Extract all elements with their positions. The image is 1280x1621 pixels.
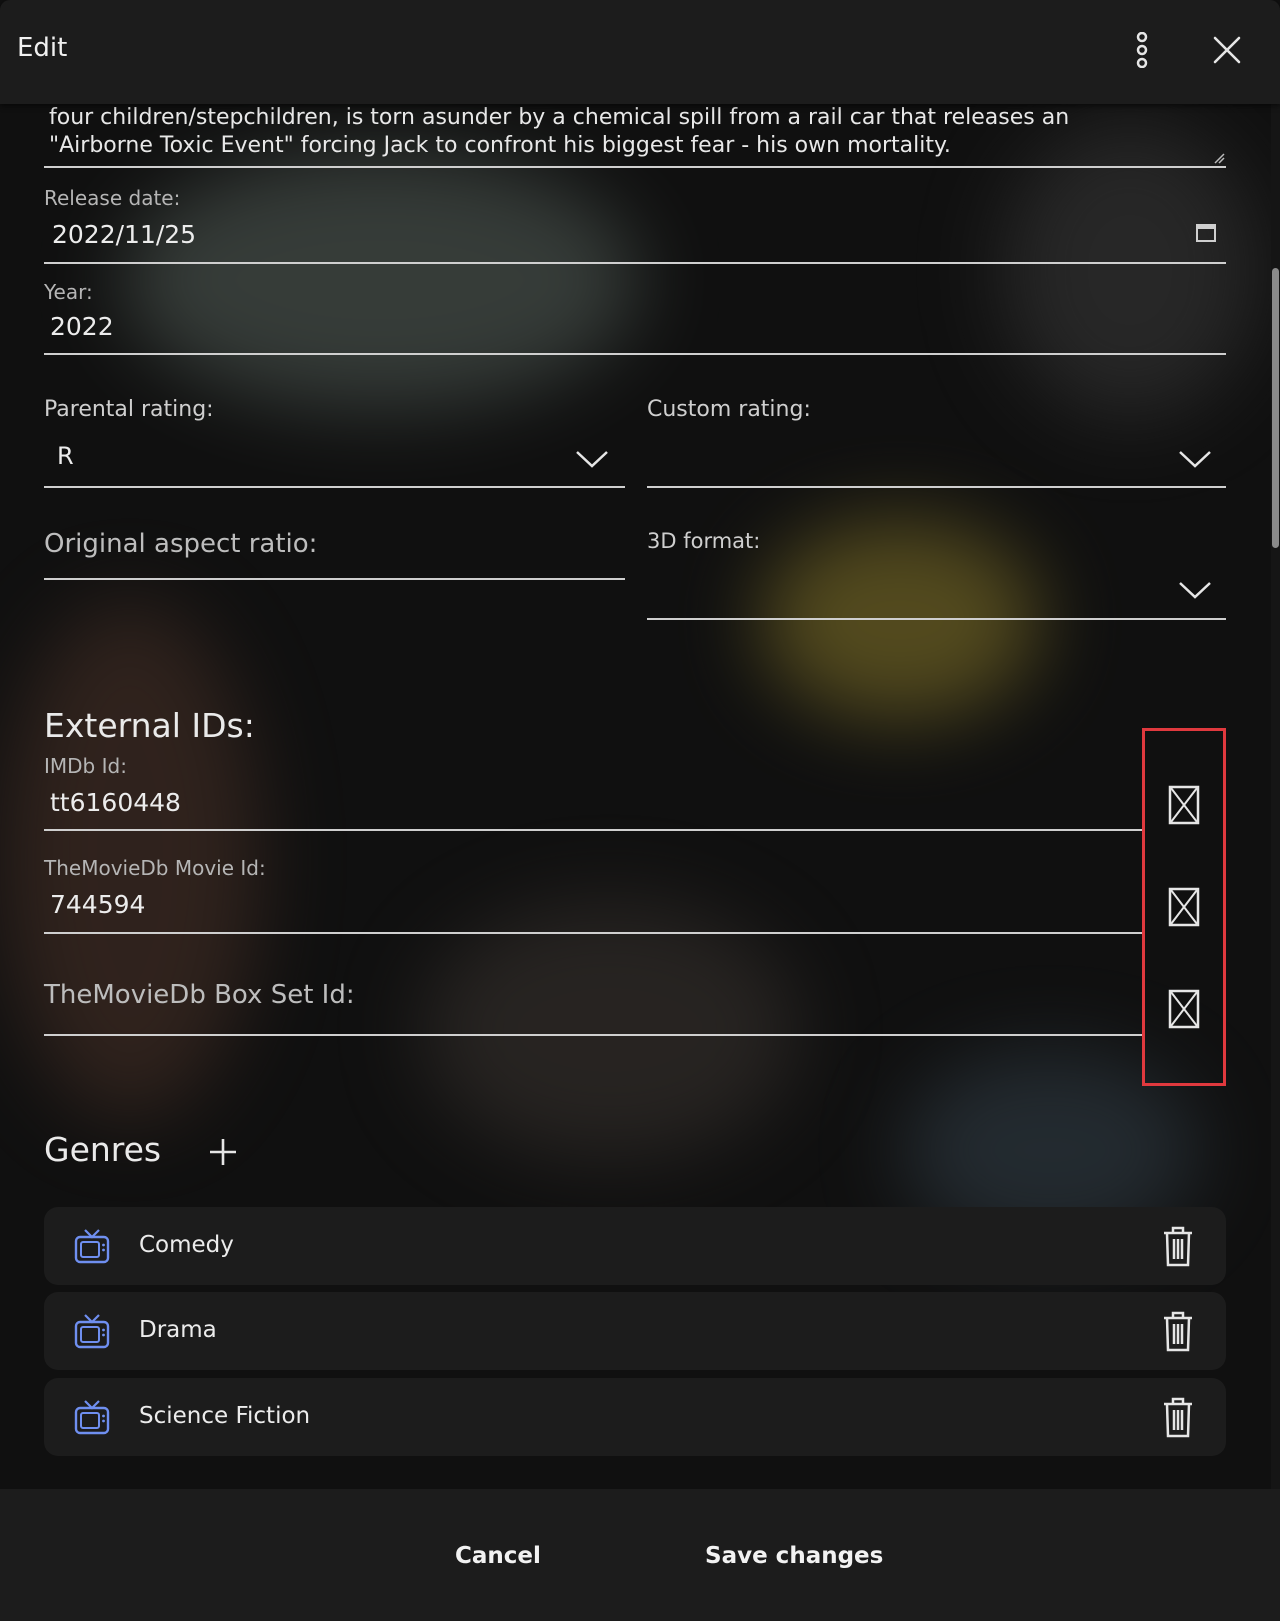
trash-icon[interactable] bbox=[1158, 1395, 1198, 1439]
parental-rating-select[interactable]: R bbox=[57, 442, 74, 470]
chevron-down-icon[interactable] bbox=[1178, 449, 1212, 469]
year-input[interactable]: 2022 bbox=[50, 312, 114, 341]
imdb-id-label: IMDb Id: bbox=[44, 754, 127, 778]
plus-icon[interactable] bbox=[209, 1138, 237, 1166]
custom-rating-label: Custom rating: bbox=[647, 397, 811, 422]
scrollbar-thumb[interactable] bbox=[1272, 268, 1279, 548]
tv-icon bbox=[74, 1314, 110, 1349]
chevron-down-icon[interactable] bbox=[1178, 580, 1212, 600]
genres-title: Genres bbox=[44, 1130, 162, 1169]
dialog-header: Edit bbox=[0, 0, 1280, 104]
genre-row: Drama bbox=[44, 1292, 1226, 1370]
tv-icon bbox=[74, 1400, 110, 1435]
close-icon[interactable] bbox=[1205, 28, 1249, 72]
overview-underline bbox=[44, 166, 1226, 168]
dialog-footer: Cancel Save changes bbox=[0, 1489, 1280, 1621]
imdb-id-input[interactable]: tt6160448 bbox=[50, 788, 181, 817]
tmdb-movie-id-label: TheMovieDb Movie Id: bbox=[44, 856, 266, 880]
more-options-icon[interactable] bbox=[1120, 28, 1164, 72]
tmdb-boxset-id-input[interactable]: TheMovieDb Box Set Id: bbox=[44, 980, 355, 1010]
tv-icon bbox=[74, 1229, 110, 1264]
genre-label: Science Fiction bbox=[139, 1403, 311, 1429]
genre-label: Drama bbox=[139, 1317, 217, 1343]
3d-format-label: 3D format: bbox=[647, 529, 761, 553]
cancel-button[interactable]: Cancel bbox=[455, 1543, 541, 1569]
3d-format-select[interactable] bbox=[647, 618, 1226, 620]
aspect-ratio-input[interactable]: Original aspect ratio: bbox=[44, 529, 317, 559]
genre-row: Science Fiction bbox=[44, 1378, 1226, 1456]
scrollbar[interactable] bbox=[1271, 104, 1280, 1489]
chevron-down-icon[interactable] bbox=[575, 449, 609, 469]
overview-textarea[interactable]: four children/stepchildren, is torn asun… bbox=[49, 104, 1179, 160]
release-date-input[interactable]: 2022/11/25 bbox=[52, 220, 196, 249]
parental-rating-label: Parental rating: bbox=[44, 397, 214, 422]
resize-handle-icon[interactable] bbox=[1213, 152, 1225, 164]
save-changes-button[interactable]: Save changes bbox=[705, 1543, 883, 1569]
tmdb-movie-id-input[interactable]: 744594 bbox=[50, 890, 145, 919]
release-date-label: Release date: bbox=[44, 186, 181, 210]
genre-row: Comedy bbox=[44, 1207, 1226, 1285]
edit-form: four children/stepchildren, is torn asun… bbox=[0, 104, 1280, 1489]
external-ids-title: External IDs: bbox=[44, 706, 255, 745]
clear-imdb-id-icon[interactable] bbox=[1166, 784, 1202, 826]
trash-icon[interactable] bbox=[1158, 1224, 1198, 1268]
calendar-icon[interactable] bbox=[1196, 222, 1216, 242]
dialog-title: Edit bbox=[17, 33, 68, 63]
clear-tmdb-movie-id-icon[interactable] bbox=[1166, 886, 1202, 928]
clear-tmdb-boxset-id-icon[interactable] bbox=[1166, 988, 1202, 1030]
trash-icon[interactable] bbox=[1158, 1309, 1198, 1353]
year-label: Year: bbox=[44, 280, 93, 304]
genre-label: Comedy bbox=[139, 1232, 234, 1258]
